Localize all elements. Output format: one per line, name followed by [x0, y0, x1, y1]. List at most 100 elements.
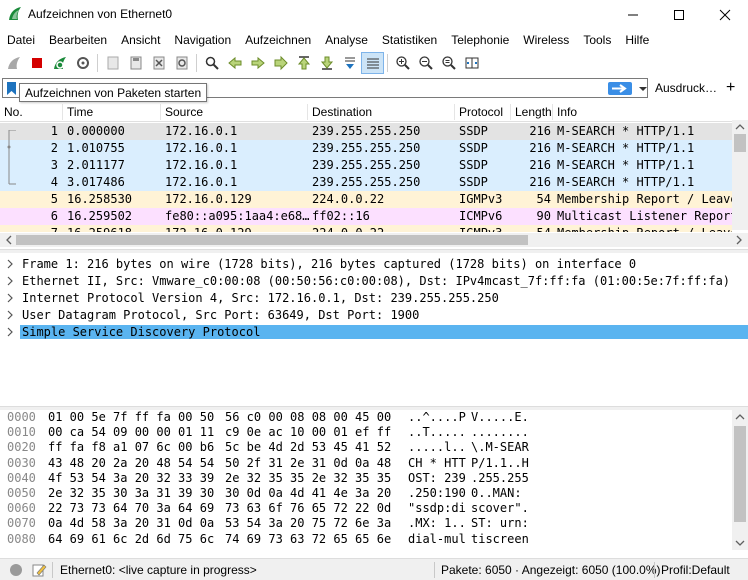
hex-row[interactable]: 0050 2e 32 35 30 3a 31 39 30 30 0d 0a 4d 4… — [0, 486, 732, 501]
detail-row-frame[interactable]: Frame 1: 216 bytes on wire (1728 bits), … — [0, 256, 748, 273]
cell-source: 172.16.0.1 — [165, 124, 238, 138]
minimize-button[interactable] — [610, 0, 656, 29]
chevron-down-icon[interactable] — [637, 81, 649, 96]
chevron-right-icon[interactable] — [6, 310, 14, 320]
table-row[interactable]: 2 1.010755 172.16.0.1 239.255.255.250 SSDP 21… — [0, 140, 732, 157]
zoom-out-button[interactable] — [414, 52, 437, 74]
go-forward-button[interactable] — [246, 52, 269, 74]
menu-aufzeichnen[interactable]: Aufzeichnen — [238, 30, 318, 50]
last-packet-button[interactable] — [315, 52, 338, 74]
start-capture-button[interactable] — [2, 52, 25, 74]
open-file-button[interactable] — [101, 52, 124, 74]
reload-button[interactable] — [170, 52, 193, 74]
hex-row[interactable]: 0060 22 73 73 64 70 3a 64 69 73 63 6f 76 6… — [0, 501, 732, 516]
hex-bytes: 74 69 73 63 72 65 65 6e — [225, 531, 392, 546]
cell-destination: ff02::16 — [312, 209, 370, 223]
menu-wireless[interactable]: Wireless — [516, 30, 576, 50]
column-divider[interactable] — [510, 104, 511, 120]
menu-telephonie[interactable]: Telephonie — [444, 30, 516, 50]
save-file-button[interactable] — [124, 52, 147, 74]
scroll-thumb[interactable] — [16, 235, 528, 245]
table-row[interactable]: 1 0.000000 172.16.0.1 239.255.255.250 SSDP 21… — [0, 123, 732, 140]
first-packet-button[interactable] — [292, 52, 315, 74]
bookmark-icon[interactable] — [6, 81, 17, 96]
detail-row-ssdp[interactable]: Simple Service Discovery Protocol — [0, 324, 748, 341]
scroll-up-icon[interactable] — [732, 410, 748, 424]
scroll-down-icon[interactable] — [732, 536, 748, 550]
menu-hilfe[interactable]: Hilfe — [618, 30, 656, 50]
close-button[interactable] — [702, 0, 748, 29]
packet-list: No. Time Source Destination Protocol Len… — [0, 102, 748, 232]
scroll-thumb[interactable] — [734, 426, 746, 522]
zoom-normal-button[interactable] — [437, 52, 460, 74]
expression-button[interactable]: Ausdruck… — [655, 81, 717, 95]
expert-info-icon[interactable] — [9, 563, 23, 577]
menu-navigation[interactable]: Navigation — [167, 30, 238, 50]
col-header-time[interactable]: Time — [67, 105, 93, 119]
col-header-protocol[interactable]: Protocol — [459, 105, 503, 119]
menu-analyse[interactable]: Analyse — [318, 30, 375, 50]
autoscroll-button[interactable] — [338, 52, 361, 74]
colorize-button[interactable] — [361, 52, 384, 74]
bytes-vscrollbar[interactable] — [732, 410, 748, 550]
hex-row[interactable]: 0040 4f 53 54 3a 20 32 33 39 2e 32 35 35 2… — [0, 471, 732, 486]
scroll-up-icon[interactable] — [732, 120, 748, 134]
table-row[interactable]: 3 2.011177 172.16.0.1 239.255.255.250 SSDP 21… — [0, 157, 732, 174]
col-header-no[interactable]: No. — [4, 105, 23, 119]
maximize-button[interactable] — [656, 0, 702, 29]
status-profile[interactable]: Profil:Default — [661, 563, 730, 577]
hex-row[interactable]: 0070 0a 4d 58 3a 20 31 0d 0a 53 54 3a 20 7… — [0, 516, 732, 531]
hex-row[interactable]: 0080 64 69 61 6c 2d 6d 75 6c 74 69 73 63 7… — [0, 532, 732, 547]
restart-capture-button[interactable] — [48, 52, 71, 74]
hex-ascii: dial-mul — [408, 531, 466, 546]
scroll-left-icon[interactable] — [2, 233, 16, 247]
edit-comment-icon[interactable] — [31, 562, 47, 578]
col-header-source[interactable]: Source — [165, 105, 203, 119]
chevron-right-icon[interactable] — [6, 327, 14, 337]
col-header-info[interactable]: Info — [557, 105, 577, 119]
detail-row-ip[interactable]: Internet Protocol Version 4, Src: 172.16… — [0, 290, 748, 307]
detail-row-ethernet[interactable]: Ethernet II, Src: Vmware_c0:00:08 (00:50… — [0, 273, 748, 290]
capture-options-button[interactable] — [71, 52, 94, 74]
resize-columns-button[interactable] — [460, 52, 483, 74]
chevron-right-icon[interactable] — [6, 293, 14, 303]
menu-ansicht[interactable]: Ansicht — [114, 30, 167, 50]
add-filter-button[interactable]: + — [726, 78, 735, 98]
menu-statistiken[interactable]: Statistiken — [375, 30, 444, 50]
column-divider[interactable] — [62, 104, 63, 120]
column-divider[interactable] — [307, 104, 308, 120]
hex-row[interactable]: 0020 ff fa f8 a1 07 6c 00 b6 5c be 4d 2d 5… — [0, 440, 732, 455]
table-row[interactable]: 4 3.017486 172.16.0.1 239.255.255.250 SSDP 21… — [0, 174, 732, 191]
cell-length: 90 — [536, 209, 551, 223]
column-divider[interactable] — [160, 104, 161, 120]
hex-row[interactable]: 0010 00 ca 54 09 00 00 01 11 c9 0e ac 10 0… — [0, 425, 732, 440]
table-row[interactable]: 7 16.259618 172.16.0.129 224.0.0.22 IGMPv3 54… — [0, 225, 732, 232]
column-divider[interactable] — [454, 104, 455, 120]
menu-datei[interactable]: Datei — [0, 30, 42, 50]
scroll-thumb[interactable] — [734, 134, 746, 152]
chevron-right-icon[interactable] — [6, 259, 14, 269]
detail-row-udp[interactable]: User Datagram Protocol, Src Port: 63649,… — [0, 307, 748, 324]
col-header-destination[interactable]: Destination — [312, 105, 372, 119]
hex-row[interactable]: 0030 43 48 20 2a 20 48 54 54 50 2f 31 2e 3… — [0, 456, 732, 471]
packet-list-vscrollbar[interactable] — [732, 120, 748, 230]
go-to-packet-button[interactable] — [269, 52, 292, 74]
find-packet-button[interactable] — [200, 52, 223, 74]
stop-capture-button[interactable] — [25, 52, 48, 74]
hex-ascii: ST: urn: — [471, 516, 529, 531]
window-title: Aufzeichnen von Ethernet0 — [28, 7, 173, 21]
hex-row[interactable]: 0000 01 00 5e 7f ff fa 00 50 56 c0 00 08 0… — [0, 410, 732, 425]
menu-tools[interactable]: Tools — [576, 30, 618, 50]
col-header-length[interactable]: Length — [515, 105, 552, 119]
chevron-right-icon[interactable] — [6, 276, 14, 286]
close-file-button[interactable] — [147, 52, 170, 74]
column-divider[interactable] — [552, 104, 553, 120]
zoom-in-button[interactable] — [391, 52, 414, 74]
packet-list-hscrollbar[interactable] — [0, 233, 748, 247]
scroll-right-icon[interactable] — [732, 233, 746, 247]
menu-bearbeiten[interactable]: Bearbeiten — [42, 30, 114, 50]
table-row[interactable]: 6 16.259502 fe80::a095:1aa4:e68… ff02::16 IC… — [0, 208, 732, 225]
go-back-button[interactable] — [223, 52, 246, 74]
apply-filter-arrow-icon[interactable] — [608, 82, 632, 95]
table-row[interactable]: 5 16.258530 172.16.0.129 224.0.0.22 IGMPv3 54… — [0, 191, 732, 208]
